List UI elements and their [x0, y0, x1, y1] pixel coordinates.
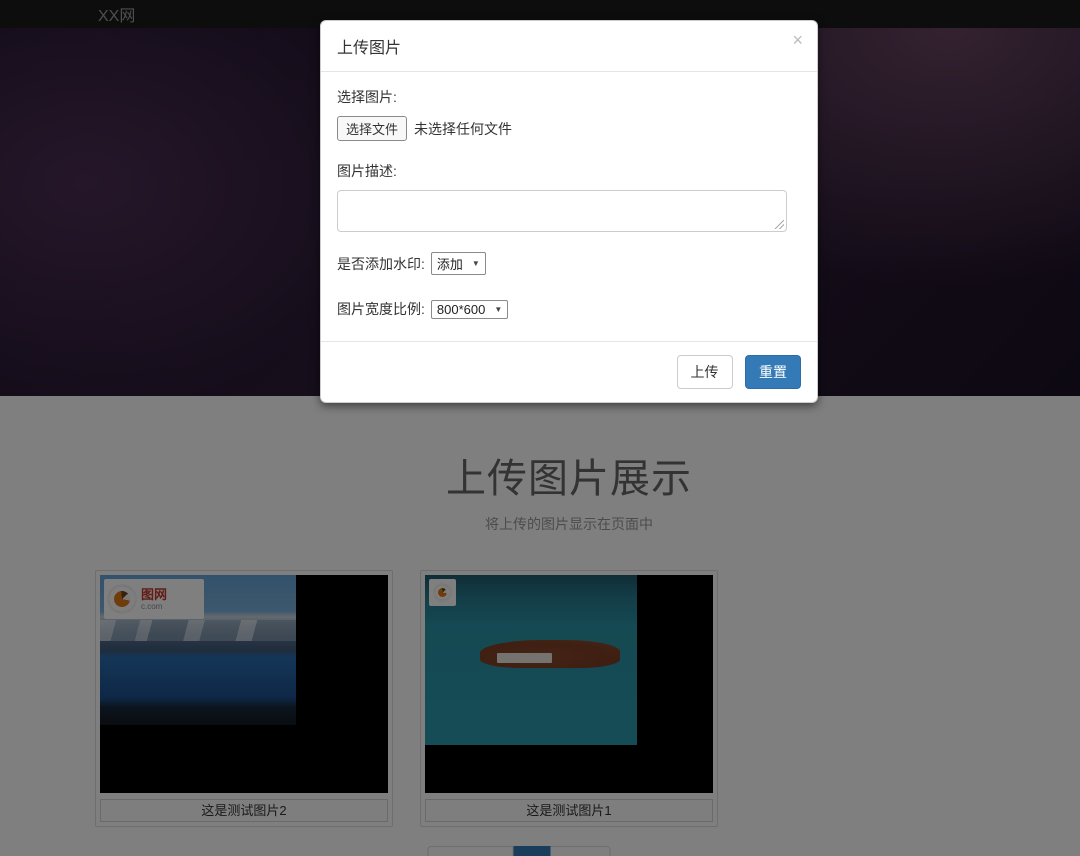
chevron-down-icon: ▼: [472, 259, 480, 268]
ratio-selected-value: 800*600: [437, 302, 485, 317]
modal-title: 上传图片: [337, 40, 401, 57]
watermark-label: 是否添加水印:: [337, 254, 425, 274]
watermark-select[interactable]: 添加 ▼: [431, 252, 486, 275]
description-textarea[interactable]: [337, 190, 787, 232]
upload-image-modal: 上传图片 × 选择图片: 选择文件 未选择任何文件 图片描述: 是否添加水印: …: [320, 20, 818, 403]
ratio-select[interactable]: 800*600 ▼: [431, 300, 508, 319]
description-label: 图片描述:: [337, 161, 801, 181]
reset-button[interactable]: 重置: [745, 355, 801, 389]
watermark-selected-value: 添加: [437, 254, 463, 273]
modal-body: 选择图片: 选择文件 未选择任何文件 图片描述: 是否添加水印: 添加 ▼ 图片…: [321, 72, 817, 341]
choose-file-button[interactable]: 选择文件: [337, 116, 407, 141]
file-status-text: 未选择任何文件: [414, 119, 512, 139]
select-image-label: 选择图片:: [337, 87, 801, 107]
chevron-down-icon: ▼: [494, 305, 502, 314]
close-icon[interactable]: ×: [792, 31, 803, 49]
modal-header: 上传图片 ×: [321, 21, 817, 72]
modal-footer: 上传 重置: [321, 341, 817, 402]
file-input: 选择文件 未选择任何文件: [337, 116, 801, 141]
upload-button[interactable]: 上传: [677, 355, 733, 389]
ratio-label: 图片宽度比例:: [337, 299, 425, 319]
